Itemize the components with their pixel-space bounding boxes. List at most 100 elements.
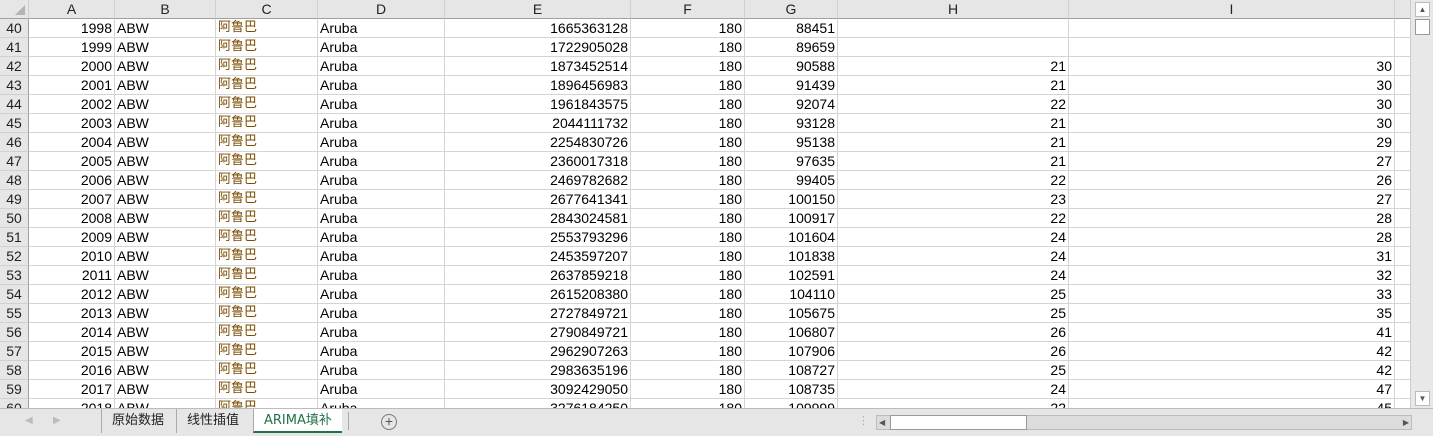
row-header[interactable]: 41 [0, 38, 29, 57]
cell-I57[interactable]: 42 [1069, 342, 1395, 361]
cell-I60[interactable]: 45 [1069, 399, 1395, 408]
cell-B59[interactable]: ABW [115, 380, 216, 399]
scroll-down-icon[interactable]: ▼ [1415, 391, 1430, 406]
cell-F58[interactable]: 180 [631, 361, 745, 380]
column-header-J[interactable] [1395, 0, 1410, 19]
cell-F54[interactable]: 180 [631, 285, 745, 304]
split-handle-icon[interactable]: ⋮ [858, 414, 869, 427]
cell-G52[interactable]: 101838 [745, 247, 838, 266]
cell-J54[interactable] [1395, 285, 1410, 304]
cell-C48[interactable]: 阿鲁巴 [216, 171, 318, 190]
cell-D44[interactable]: Aruba [318, 95, 445, 114]
cell-F43[interactable]: 180 [631, 76, 745, 95]
column-header-D[interactable]: D [318, 0, 445, 19]
cell-H48[interactable]: 22 [838, 171, 1069, 190]
cell-F52[interactable]: 180 [631, 247, 745, 266]
cell-F41[interactable]: 180 [631, 38, 745, 57]
cell-A51[interactable]: 2009 [29, 228, 115, 247]
cell-F49[interactable]: 180 [631, 190, 745, 209]
cell-B41[interactable]: ABW [115, 38, 216, 57]
horizontal-scrollbar[interactable]: ◀ ▶ [876, 415, 1412, 430]
cell-G53[interactable]: 102591 [745, 266, 838, 285]
cell-I48[interactable]: 26 [1069, 171, 1395, 190]
scroll-left-icon[interactable]: ◀ [879, 416, 885, 429]
cell-I52[interactable]: 31 [1069, 247, 1395, 266]
cell-A56[interactable]: 2014 [29, 323, 115, 342]
row-header[interactable]: 58 [0, 361, 29, 380]
cell-H49[interactable]: 23 [838, 190, 1069, 209]
cell-C46[interactable]: 阿鲁巴 [216, 133, 318, 152]
cell-G59[interactable]: 108735 [745, 380, 838, 399]
cell-D58[interactable]: Aruba [318, 361, 445, 380]
cell-H44[interactable]: 22 [838, 95, 1069, 114]
row-header[interactable]: 59 [0, 380, 29, 399]
cell-I47[interactable]: 27 [1069, 152, 1395, 171]
cell-D51[interactable]: Aruba [318, 228, 445, 247]
cell-D59[interactable]: Aruba [318, 380, 445, 399]
cell-A47[interactable]: 2005 [29, 152, 115, 171]
cell-H41[interactable] [838, 38, 1069, 57]
cell-F59[interactable]: 180 [631, 380, 745, 399]
row-header[interactable]: 46 [0, 133, 29, 152]
cell-F51[interactable]: 180 [631, 228, 745, 247]
cell-H51[interactable]: 24 [838, 228, 1069, 247]
cell-J60[interactable] [1395, 399, 1410, 408]
cell-E40[interactable]: 1665363128 [445, 19, 631, 38]
cell-A49[interactable]: 2007 [29, 190, 115, 209]
cell-J59[interactable] [1395, 380, 1410, 399]
cell-J44[interactable] [1395, 95, 1410, 114]
cell-F42[interactable]: 180 [631, 57, 745, 76]
cell-J49[interactable] [1395, 190, 1410, 209]
column-header-G[interactable]: G [745, 0, 838, 19]
cell-J41[interactable] [1395, 38, 1410, 57]
cell-D47[interactable]: Aruba [318, 152, 445, 171]
cell-B40[interactable]: ABW [115, 19, 216, 38]
scroll-up-icon[interactable]: ▲ [1415, 2, 1430, 17]
cell-A43[interactable]: 2001 [29, 76, 115, 95]
cell-D42[interactable]: Aruba [318, 57, 445, 76]
cell-I41[interactable] [1069, 38, 1395, 57]
cell-E45[interactable]: 2044111732 [445, 114, 631, 133]
sheet-tab[interactable]: ARIMA填补 [253, 409, 342, 433]
cell-G46[interactable]: 95138 [745, 133, 838, 152]
spreadsheet-grid[interactable]: A B C D E F G H I 40 1998 ABW 阿鲁巴 Aruba 1665363128 180 8… [0, 0, 1410, 408]
cell-G48[interactable]: 99405 [745, 171, 838, 190]
cell-D50[interactable]: Aruba [318, 209, 445, 228]
cell-G58[interactable]: 108727 [745, 361, 838, 380]
column-header-A[interactable]: A [29, 0, 115, 19]
cell-H42[interactable]: 21 [838, 57, 1069, 76]
cell-C42[interactable]: 阿鲁巴 [216, 57, 318, 76]
cell-G41[interactable]: 89659 [745, 38, 838, 57]
cell-E56[interactable]: 2790849721 [445, 323, 631, 342]
cell-C51[interactable]: 阿鲁巴 [216, 228, 318, 247]
cell-J50[interactable] [1395, 209, 1410, 228]
cell-D49[interactable]: Aruba [318, 190, 445, 209]
cell-H57[interactable]: 26 [838, 342, 1069, 361]
cell-H54[interactable]: 25 [838, 285, 1069, 304]
cell-A46[interactable]: 2004 [29, 133, 115, 152]
cell-E60[interactable]: 3276184250 [445, 399, 631, 408]
cell-G50[interactable]: 100917 [745, 209, 838, 228]
next-sheet-icon[interactable]: ▶ [53, 415, 61, 426]
cell-H59[interactable]: 24 [838, 380, 1069, 399]
cell-J43[interactable] [1395, 76, 1410, 95]
cell-I44[interactable]: 30 [1069, 95, 1395, 114]
cell-F45[interactable]: 180 [631, 114, 745, 133]
row-header[interactable]: 49 [0, 190, 29, 209]
cell-B60[interactable]: ABW [115, 399, 216, 408]
row-header[interactable]: 50 [0, 209, 29, 228]
cell-G49[interactable]: 100150 [745, 190, 838, 209]
cell-F53[interactable]: 180 [631, 266, 745, 285]
cell-H56[interactable]: 26 [838, 323, 1069, 342]
cell-J53[interactable] [1395, 266, 1410, 285]
row-header[interactable]: 52 [0, 247, 29, 266]
row-header[interactable]: 57 [0, 342, 29, 361]
cell-I40[interactable] [1069, 19, 1395, 38]
cell-B42[interactable]: ABW [115, 57, 216, 76]
vertical-scrollbar[interactable]: ▲ ▼ [1410, 0, 1433, 408]
cell-A50[interactable]: 2008 [29, 209, 115, 228]
column-header-H[interactable]: H [838, 0, 1069, 19]
cell-B53[interactable]: ABW [115, 266, 216, 285]
cell-H43[interactable]: 21 [838, 76, 1069, 95]
cell-E41[interactable]: 1722905028 [445, 38, 631, 57]
